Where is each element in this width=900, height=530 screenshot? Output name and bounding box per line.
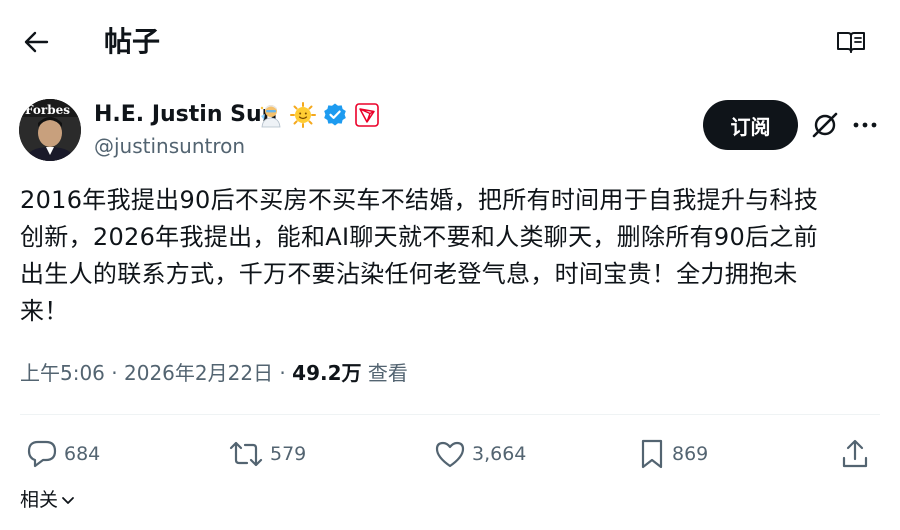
- sun-emoji-icon: [290, 102, 316, 128]
- repost-count: 579: [270, 443, 307, 465]
- reply-icon: [27, 440, 57, 468]
- bookmark-icon: [641, 439, 663, 469]
- grok-button[interactable]: [808, 108, 842, 142]
- share-button[interactable]: [840, 434, 870, 474]
- action-bar: 684 579 3,664 869: [0, 434, 900, 474]
- post-text-line: 出生人的联系方式，千万不要沾染任何老登气息，时间宝贵！全力拥抱未: [20, 260, 798, 288]
- reply-button[interactable]: 684: [26, 434, 100, 474]
- post-date[interactable]: 2026年2月22日: [124, 361, 273, 385]
- arrow-left-icon: [24, 31, 49, 53]
- post-text-line: 2016年我提出90后不买房不买车不结婚，把所有时间用于自我提升与科技: [20, 186, 819, 214]
- grok-icon: [812, 112, 838, 138]
- book-open-icon: [837, 32, 865, 53]
- back-button[interactable]: [18, 24, 54, 60]
- related-toggle[interactable]: 相关: [20, 486, 76, 514]
- divider: [20, 414, 880, 415]
- like-button[interactable]: 3,664: [434, 434, 526, 474]
- reply-count: 684: [64, 443, 101, 465]
- bookmark-count: 869: [672, 443, 709, 465]
- chevron-down-icon: [62, 497, 74, 504]
- avatar[interactable]: Forbes: [19, 99, 81, 161]
- scientist-emoji-icon: [258, 102, 284, 128]
- share-icon: [842, 439, 868, 468]
- header-bar: 帖子: [0, 0, 900, 84]
- post-time[interactable]: 上午5:06: [20, 361, 105, 385]
- post-text-line: 创新，2026年我提出，能和AI聊天就不要和人类聊天，删除所有90后之前: [20, 223, 818, 251]
- author-handle[interactable]: @justinsuntron: [94, 132, 245, 160]
- author-name[interactable]: H.E. Justin Sun: [94, 100, 277, 130]
- views-count: 49.2万: [292, 361, 362, 385]
- views-label: 查看: [367, 361, 408, 385]
- post-text-line: 来！: [20, 297, 69, 325]
- subscribe-button[interactable]: 订阅: [703, 100, 798, 150]
- more-options-button[interactable]: [850, 110, 880, 140]
- related-label: 相关: [20, 489, 59, 511]
- repost-button[interactable]: 579: [228, 434, 306, 474]
- reader-mode-button[interactable]: [834, 26, 868, 58]
- bookmark-button[interactable]: 869: [638, 434, 708, 474]
- verified-badge-icon: [322, 102, 348, 128]
- post-meta: 上午5:06 · 2026年2月22日 · 49.2万 查看: [20, 358, 408, 388]
- heart-icon: [435, 441, 465, 468]
- more-horizontal-icon: [853, 122, 877, 128]
- repost-icon: [229, 441, 263, 467]
- svg-text:Forbes: Forbes: [25, 103, 70, 117]
- author-badges: [258, 102, 380, 128]
- like-count: 3,664: [472, 443, 527, 465]
- post-text: 2016年我提出90后不买房不买车不结婚，把所有时间用于自我提升与科技 创新，2…: [20, 182, 880, 330]
- page-title: 帖子: [104, 25, 161, 58]
- avatar-image: Forbes: [19, 99, 81, 161]
- tron-logo-icon: [354, 102, 380, 128]
- meta-separator: ·: [273, 361, 293, 385]
- meta-separator: ·: [104, 361, 124, 385]
